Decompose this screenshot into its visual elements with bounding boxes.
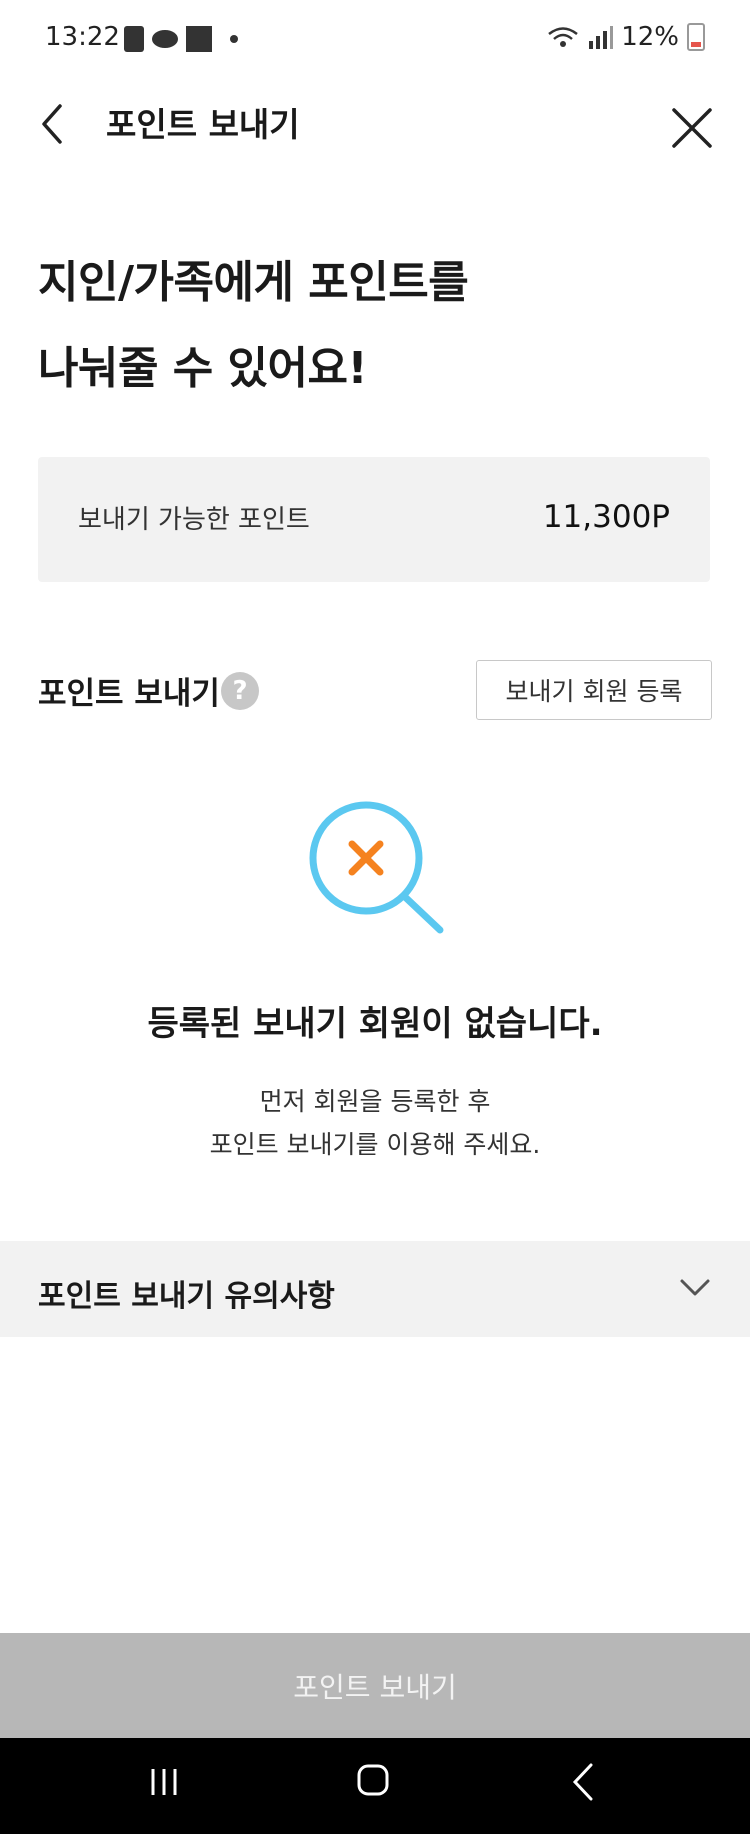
battery-icon [687, 23, 705, 51]
page-title: 포인트 보내기 [106, 105, 300, 144]
available-points-value: 11,300P [542, 499, 670, 535]
empty-state-desc-line-1: 먼저 회원을 등록한 후 [259, 1087, 491, 1116]
send-points-button[interactable]: 포인트 보내기 [0, 1633, 750, 1738]
notice-title: 포인트 보내기 유의사항 [38, 1279, 335, 1314]
status-time: 13:22 [45, 22, 120, 52]
notification-icons [124, 26, 238, 52]
recents-icon[interactable] [148, 1766, 180, 1798]
send-section-title: 포인트 보내기 [38, 676, 220, 712]
chevron-left-icon [42, 104, 62, 144]
register-recipient-button[interactable]: 보내기 회원 등록 [476, 660, 712, 720]
headline: 지인/가족에게 포인트를 나눠줄 수 있어요! [38, 240, 469, 412]
search-x-icon [302, 796, 452, 936]
notification-square-icon [186, 26, 212, 52]
close-button[interactable] [664, 100, 720, 156]
close-icon [672, 108, 712, 148]
home-icon[interactable] [356, 1762, 390, 1798]
notice-accordion[interactable]: 포인트 보내기 유의사항 [0, 1241, 750, 1337]
empty-state-desc-line-2: 포인트 보내기를 이용해 주세요. [209, 1130, 541, 1159]
empty-state-title: 등록된 보내기 회원이 없습니다. [147, 1004, 603, 1044]
system-nav-bar [0, 1738, 750, 1834]
chevron-down-icon [680, 1279, 710, 1296]
available-points-box: 보내기 가능한 포인트 11,300P [38, 457, 710, 582]
more-notifications-icon [230, 35, 238, 43]
signal-icon [589, 26, 614, 49]
status-right: 12% [547, 22, 705, 52]
empty-state-description: 먼저 회원을 등록한 후 포인트 보내기를 이용해 주세요. [0, 1080, 750, 1166]
back-icon[interactable] [570, 1762, 596, 1802]
headline-line-1: 지인/가족에게 포인트를 [38, 257, 469, 308]
status-bar: 13:22 12% [0, 0, 750, 80]
back-button[interactable] [30, 96, 78, 152]
alert-icon [124, 26, 144, 52]
headline-line-2: 나눠줄 수 있어요! [38, 343, 368, 394]
battery-percent: 12% [621, 22, 679, 52]
wifi-icon [548, 27, 578, 47]
available-points-label: 보내기 가능한 포인트 [78, 505, 310, 535]
app-notification-icon [152, 30, 178, 48]
question-icon[interactable]: ? [221, 672, 259, 710]
